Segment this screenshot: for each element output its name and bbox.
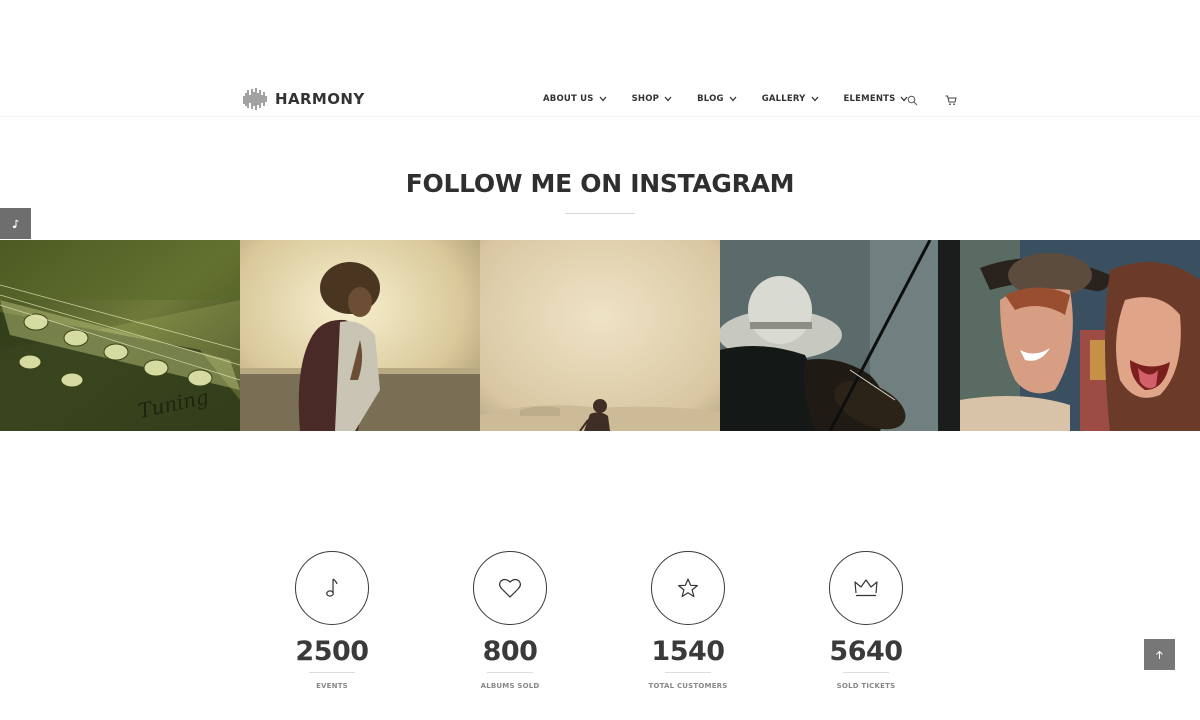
counter-divider	[665, 672, 711, 673]
counter-icon-circle	[829, 551, 903, 625]
brand-name: HARMONY	[275, 90, 365, 108]
crown-icon	[854, 579, 878, 597]
star-icon	[678, 578, 698, 598]
counter-label: ALBUMS SOLD	[480, 682, 540, 690]
nav-item-label: BLOG	[697, 94, 724, 104]
counter-value: 800	[482, 636, 538, 667]
nav-item-blog[interactable]: BLOG	[697, 94, 737, 104]
nav-item-label: SHOP	[631, 94, 660, 104]
instagram-photo-guitar[interactable]: Tuning	[0, 240, 240, 431]
back-to-top-button[interactable]	[1144, 639, 1175, 670]
nav-item-gallery[interactable]: GALLERY	[762, 94, 819, 104]
chevron-down-icon	[729, 96, 737, 102]
counter-events: 2500 EVENTS	[272, 551, 392, 690]
nav-item-label: ABOUT US	[543, 94, 594, 104]
soundwave-logo-icon	[243, 88, 267, 110]
counter-icon-circle	[651, 551, 725, 625]
search-button[interactable]	[905, 93, 919, 107]
backpacker-photo	[240, 240, 480, 431]
arrow-up-icon	[1156, 650, 1163, 659]
nav-item-label: ELEMENTS	[843, 94, 896, 104]
section-title: FOLLOW ME ON INSTAGRAM	[405, 169, 795, 198]
search-icon	[907, 95, 917, 105]
counter-label: TOTAL CUSTOMERS	[648, 682, 728, 690]
cart-icon	[945, 95, 957, 105]
nav-item-shop[interactable]: SHOP	[632, 94, 673, 104]
heart-icon	[499, 578, 521, 598]
counter-divider	[309, 672, 355, 673]
nav-item-elements[interactable]: ELEMENTS	[844, 94, 909, 104]
instagram-feed: Tuning	[0, 240, 1200, 431]
instagram-photo-backpacker[interactable]	[240, 240, 480, 431]
brand-logo[interactable]: HARMONY	[243, 87, 365, 111]
nav-item-label: GALLERY	[761, 94, 806, 104]
chevron-down-icon	[811, 96, 819, 102]
counter-label: EVENTS	[316, 682, 348, 690]
instagram-photo-beach[interactable]	[480, 240, 720, 431]
instagram-photo-violinist[interactable]	[720, 240, 960, 431]
counter-icon-circle	[473, 551, 547, 625]
instagram-photo-festival[interactable]	[960, 240, 1200, 431]
nav-item-about-us[interactable]: ABOUT US	[543, 94, 607, 104]
violinist-photo	[720, 240, 960, 431]
chevron-down-icon	[664, 96, 672, 102]
music-note-icon	[326, 578, 338, 597]
counter-albums-sold: 800 ALBUMS SOLD	[450, 551, 570, 690]
music-note-icon	[12, 219, 19, 228]
site-header: HARMONY ABOUT US SHOP BLOG GALLERY ELEME…	[0, 0, 1200, 117]
counter-value: 5640	[829, 636, 903, 667]
cart-button[interactable]	[944, 93, 958, 107]
beach-photo	[480, 240, 720, 431]
festival-photo	[960, 240, 1200, 431]
counter-total-customers: 1540 TOTAL CUSTOMERS	[628, 551, 748, 690]
title-divider	[565, 213, 635, 214]
guitar-photo: Tuning	[0, 240, 240, 431]
chevron-down-icon	[599, 96, 607, 102]
side-music-tab[interactable]	[0, 208, 31, 239]
counter-value: 1540	[651, 636, 725, 667]
counter-icon-circle	[295, 551, 369, 625]
counter-sold-tickets: 5640 SOLD TICKETS	[806, 551, 926, 690]
counter-label: SOLD TICKETS	[836, 682, 896, 690]
counter-divider	[487, 672, 533, 673]
counter-divider	[843, 672, 889, 673]
counter-value: 2500	[295, 636, 369, 667]
main-nav: ABOUT US SHOP BLOG GALLERY ELEMENTS	[543, 90, 933, 108]
